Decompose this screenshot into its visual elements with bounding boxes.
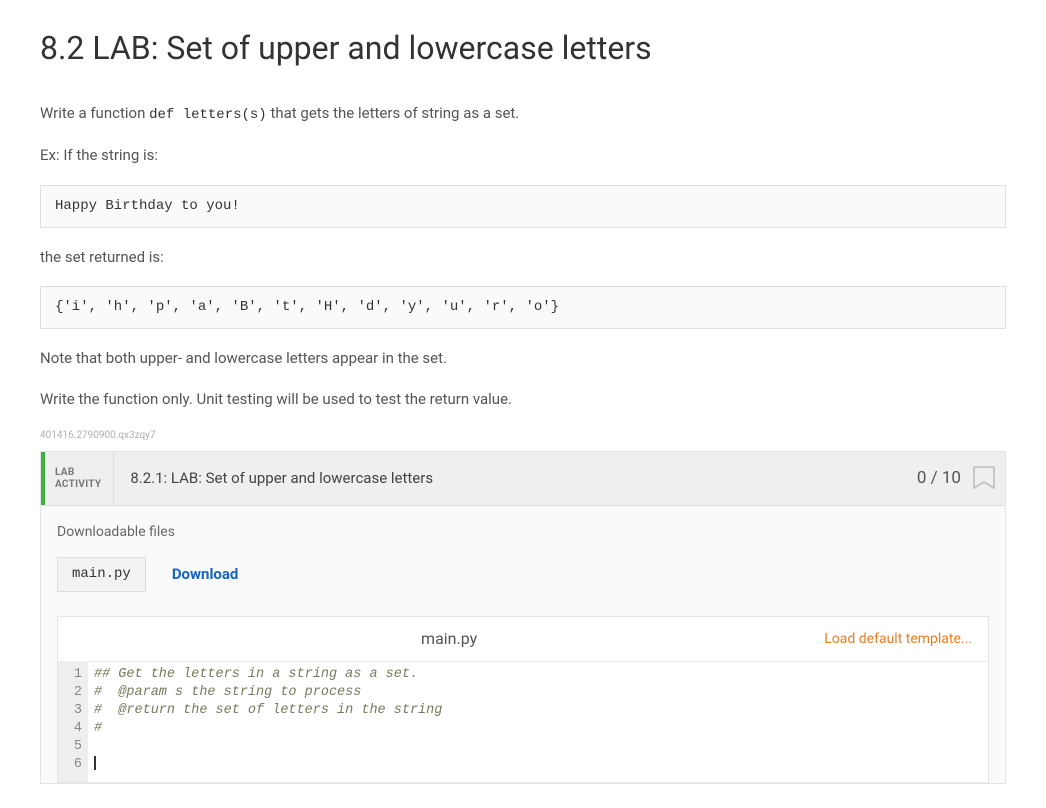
intro-paragraph: Write a function def letters(s) that get… <box>40 102 1006 126</box>
code-line[interactable] <box>94 738 982 756</box>
example-output-block: {'i', 'h', 'p', 'a', 'B', 't', 'H', 'd',… <box>40 286 1006 329</box>
page-title: 8.2 LAB: Set of upper and lowercase lett… <box>40 24 1006 72</box>
result-label: the set returned is: <box>40 246 1006 269</box>
text-cursor <box>94 756 96 770</box>
code-editor: main.py Load default template... 123456 … <box>57 616 989 783</box>
line-number: 4 <box>62 720 82 738</box>
bookmark-icon[interactable] <box>973 466 995 492</box>
lab-badge-line2: ACTIVITY <box>55 479 101 491</box>
note-2: Write the function only. Unit testing wi… <box>40 388 1006 411</box>
editor-header: main.py Load default template... <box>58 617 988 662</box>
lab-title: 8.2.1: LAB: Set of upper and lowercase l… <box>114 452 901 505</box>
line-number: 1 <box>62 666 82 684</box>
example-label: Ex: If the string is: <box>40 144 1006 167</box>
lab-header: LAB ACTIVITY 8.2.1: LAB: Set of upper an… <box>41 452 1005 506</box>
line-number: 2 <box>62 684 82 702</box>
example-input-block: Happy Birthday to you! <box>40 185 1006 228</box>
line-number: 6 <box>62 756 82 774</box>
lab-score-area: 0 / 10 <box>901 452 1005 505</box>
load-default-link[interactable]: Load default template... <box>824 629 972 650</box>
lab-body: Downloadable files main.py Download main… <box>41 506 1005 783</box>
code-area[interactable]: ## Get the letters in a string as a set.… <box>88 662 988 782</box>
download-row: main.py Download <box>57 557 989 592</box>
intro-code: def letters(s) <box>149 107 267 123</box>
file-chip: main.py <box>57 557 146 592</box>
lab-badge: LAB ACTIVITY <box>45 452 114 505</box>
code-line[interactable] <box>94 756 982 774</box>
lab-badge-line1: LAB <box>55 467 101 479</box>
score-value: 0 / 10 <box>917 466 961 492</box>
code-line[interactable]: # @param s the string to process <box>94 684 982 702</box>
note-1: Note that both upper- and lowercase lett… <box>40 347 1006 370</box>
line-gutter: 123456 <box>58 662 88 782</box>
intro-text-pre: Write a function <box>40 104 149 122</box>
intro-text-post: that gets the letters of string as a set… <box>267 104 520 122</box>
downloadable-label: Downloadable files <box>57 522 989 543</box>
line-number: 3 <box>62 702 82 720</box>
code-line[interactable]: # <box>94 720 982 738</box>
activity-id: 401416.2790900.qx3zqy7 <box>40 428 1006 443</box>
code-line[interactable]: # @return the set of letters in the stri… <box>94 702 982 720</box>
editor-filename: main.py <box>74 627 824 651</box>
download-link[interactable]: Download <box>172 563 239 586</box>
code-line[interactable]: ## Get the letters in a string as a set. <box>94 666 982 684</box>
lab-activity-panel: LAB ACTIVITY 8.2.1: LAB: Set of upper an… <box>40 451 1006 784</box>
line-number: 5 <box>62 738 82 756</box>
editor-body[interactable]: 123456 ## Get the letters in a string as… <box>58 662 988 782</box>
